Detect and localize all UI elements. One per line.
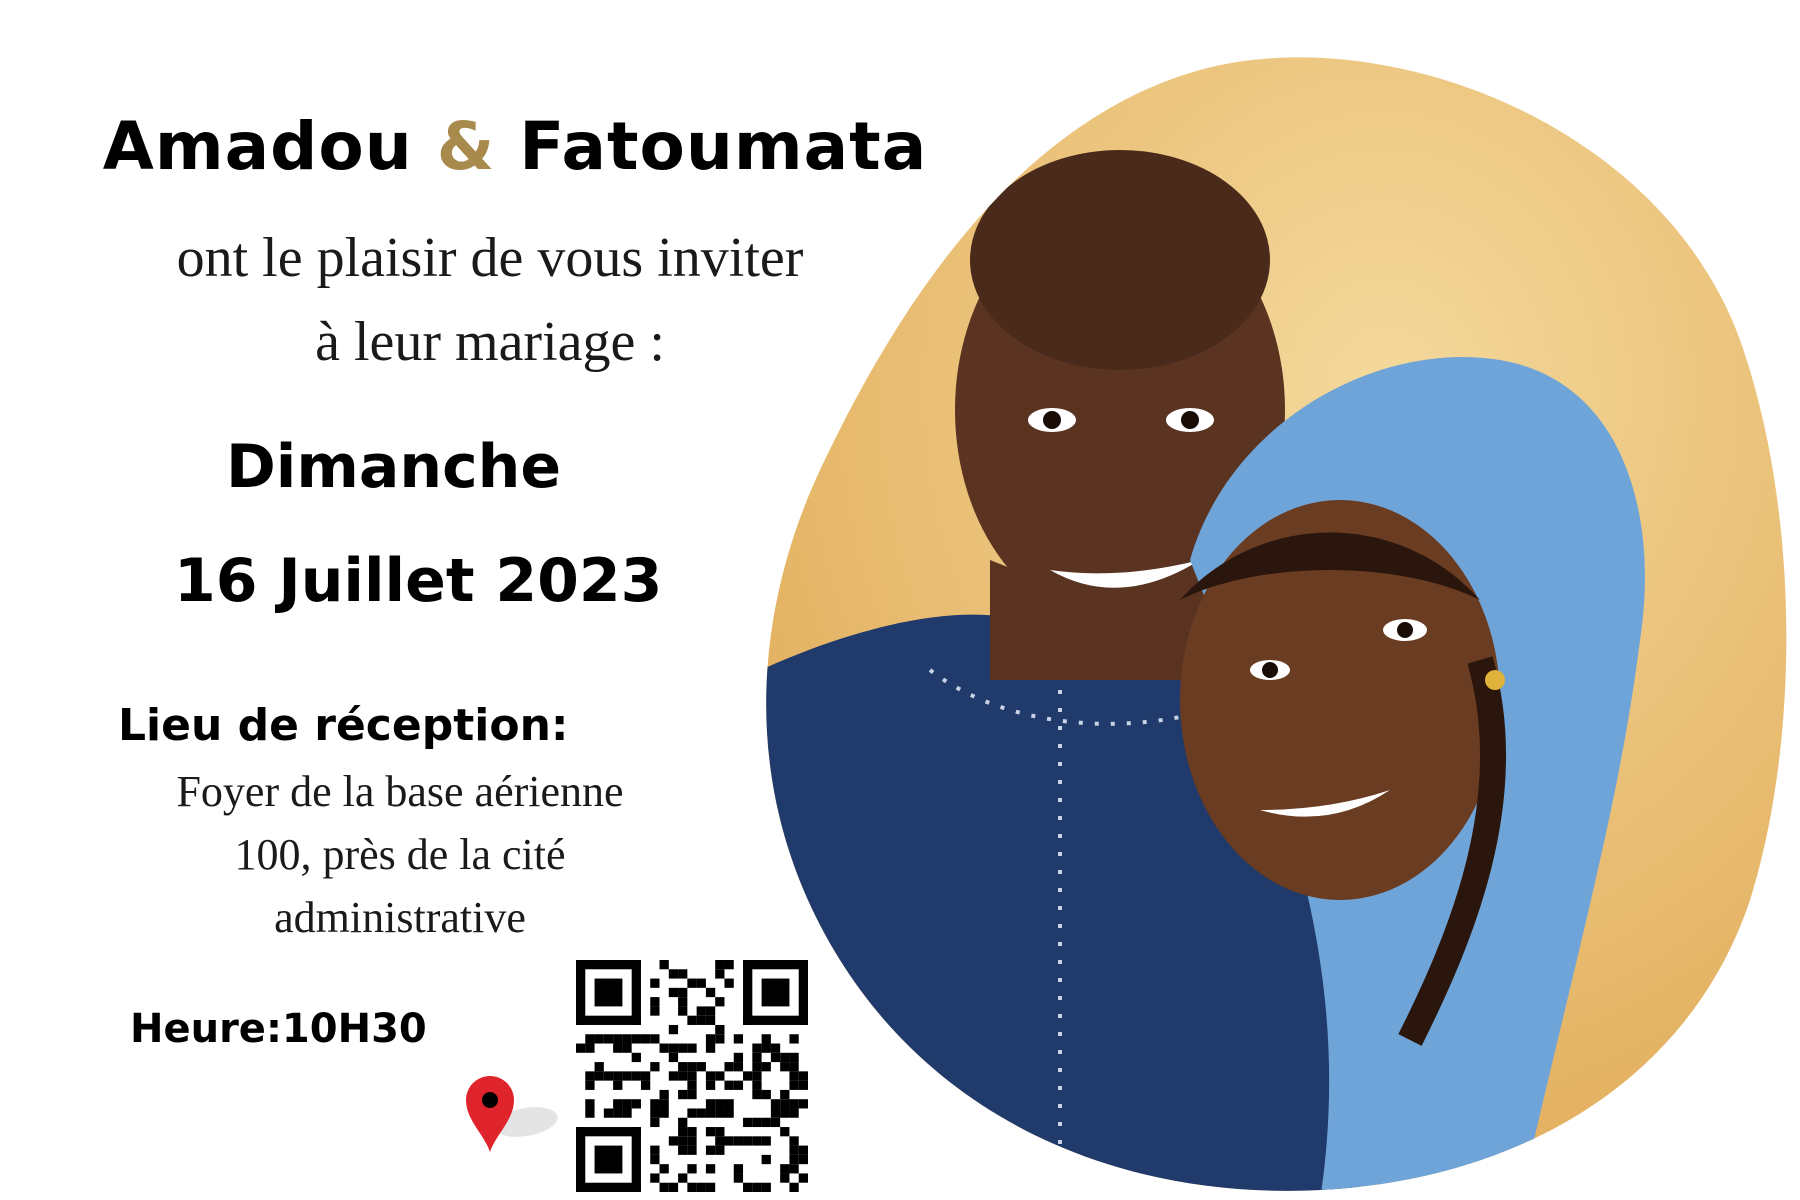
couple-photo [766, 57, 1787, 1191]
venue-line: 100, près de la cité [234, 830, 566, 879]
time-label: Heure:10H30 [130, 1006, 427, 1052]
name-groom: Amadou [102, 108, 413, 185]
ampersand: & [436, 108, 496, 185]
wedding-day: Dimanche [226, 432, 562, 502]
map-pin-icon[interactable] [448, 1064, 558, 1154]
venue-address: Foyer de la base aérienne 100, près de l… [80, 760, 720, 949]
venue-line: administrative [274, 893, 526, 942]
wedding-date: 16 Juillet 2023 [174, 546, 663, 616]
venue-label: Lieu de réception: [118, 700, 569, 751]
venue-line: Foyer de la base aérienne [176, 767, 624, 816]
